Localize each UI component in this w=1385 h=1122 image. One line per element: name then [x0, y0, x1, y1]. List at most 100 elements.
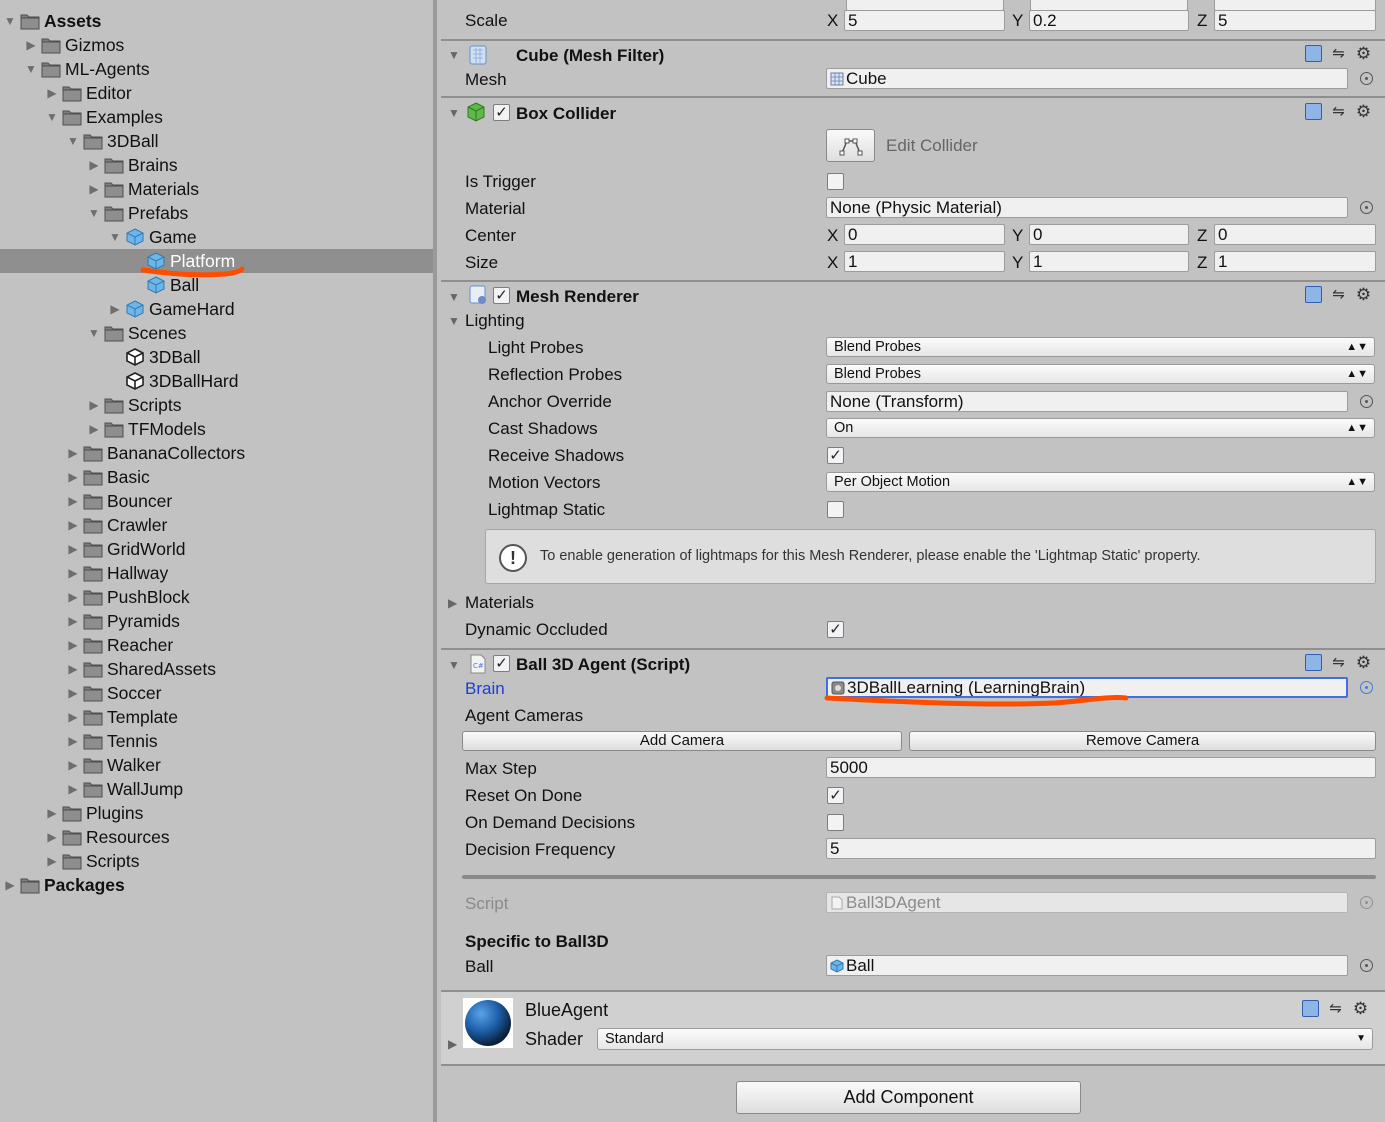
expand-arrow-right-icon[interactable]: ▶ [63, 491, 83, 511]
expand-arrow-right-icon[interactable]: ▶ [63, 539, 83, 559]
ball-field[interactable]: Ball [826, 955, 1348, 976]
project-item[interactable]: ▶ Materials [0, 177, 433, 201]
cast-shadows-dropdown[interactable]: On ▲▼ [826, 418, 1375, 438]
expand-arrow-right-icon[interactable]: ▶ [63, 563, 83, 583]
expand-arrow-right-icon[interactable]: ▶ [63, 779, 83, 799]
project-item[interactable]: ▼ ML-Agents [0, 57, 433, 81]
expand-arrow-right-icon[interactable]: ▶ [63, 707, 83, 727]
project-item[interactable]: 3DBallHard [0, 369, 433, 393]
project-item[interactable]: ▶ Brains [0, 153, 433, 177]
project-item[interactable]: ▶ Crawler [0, 513, 433, 537]
size-y-field[interactable]: 1 [1029, 251, 1189, 272]
size-z-field[interactable]: 1 [1214, 251, 1376, 272]
expand-arrow-right-icon[interactable]: ▶ [63, 659, 83, 679]
mesh-field[interactable]: Cube [826, 68, 1348, 89]
scale-y-field[interactable]: 0.2 [1029, 10, 1189, 31]
project-item[interactable]: ▶ GridWorld [0, 537, 433, 561]
project-item[interactable]: ▶ Soccer [0, 681, 433, 705]
project-item[interactable]: ▶ Resources [0, 825, 433, 849]
project-item[interactable]: ▶ Hallway [0, 561, 433, 585]
object-picker-icon[interactable] [1360, 959, 1373, 972]
project-item[interactable]: ▶ Gizmos [0, 33, 433, 57]
help-book-icon[interactable] [1305, 103, 1322, 120]
project-item[interactable]: ▶ Walker [0, 753, 433, 777]
gear-icon[interactable]: ⚙ [1352, 1000, 1369, 1017]
expand-arrow-down-icon[interactable]: ▼ [84, 203, 104, 223]
project-item[interactable]: ▶ Plugins [0, 801, 433, 825]
project-item[interactable]: 3DBall [0, 345, 433, 369]
expand-arrow-right-icon[interactable]: ▶ [84, 155, 104, 175]
mesh-renderer-fold-arrow[interactable]: ▼ [448, 290, 460, 304]
physic-material-field[interactable]: None (Physic Material) [826, 197, 1348, 218]
preset-icon[interactable]: ⇋ [1330, 654, 1347, 671]
material-fold-arrow[interactable]: ▶ [448, 1037, 457, 1051]
expand-arrow-right-icon[interactable]: ▶ [42, 83, 62, 103]
project-item[interactable]: ▶ Template [0, 705, 433, 729]
is-trigger-checkbox[interactable] [827, 173, 844, 190]
project-item[interactable]: ▶ Scripts [0, 849, 433, 873]
expand-arrow-right-icon[interactable]: ▶ [84, 419, 104, 439]
project-item[interactable]: ▶ TFModels [0, 417, 433, 441]
expand-arrow-right-icon[interactable]: ▶ [21, 35, 41, 55]
lighting-fold-arrow[interactable]: ▼ [448, 314, 460, 328]
expand-arrow-right-icon[interactable]: ▶ [0, 875, 20, 895]
expand-arrow-down-icon[interactable]: ▼ [0, 11, 20, 31]
box-collider-enabled-checkbox[interactable]: ✓ [493, 104, 510, 121]
gear-icon[interactable]: ⚙ [1355, 45, 1372, 62]
expand-arrow-right-icon[interactable]: ▶ [63, 731, 83, 751]
edit-collider-button[interactable] [826, 129, 875, 162]
materials-fold-arrow[interactable]: ▶ [448, 596, 457, 610]
project-item[interactable]: ▶ Bouncer [0, 489, 433, 513]
expand-arrow-down-icon[interactable]: ▼ [105, 227, 125, 247]
expand-arrow-down-icon[interactable]: ▼ [84, 323, 104, 343]
help-book-icon[interactable] [1305, 286, 1322, 303]
project-item[interactable]: ▶ Basic [0, 465, 433, 489]
project-item[interactable]: ▼ Assets [0, 9, 433, 33]
expand-arrow-right-icon[interactable]: ▶ [63, 515, 83, 535]
expand-arrow-right-icon[interactable]: ▶ [63, 683, 83, 703]
center-x-field[interactable]: 0 [844, 224, 1005, 245]
decision-frequency-field[interactable]: 5 [826, 838, 1376, 859]
project-item[interactable]: ▼ Scenes [0, 321, 433, 345]
expand-arrow-right-icon[interactable]: ▶ [42, 827, 62, 847]
project-item[interactable]: ▶ Pyramids [0, 609, 433, 633]
scale-x-field[interactable]: 5 [844, 10, 1005, 31]
project-item[interactable]: ▶ GameHard [0, 297, 433, 321]
scale-z-field[interactable]: 5 [1214, 10, 1376, 31]
object-picker-icon[interactable] [1360, 395, 1373, 408]
project-item[interactable]: ▼ Prefabs [0, 201, 433, 225]
project-item[interactable]: ▶ PushBlock [0, 585, 433, 609]
project-item[interactable]: ▶ Scripts [0, 393, 433, 417]
add-camera-button[interactable]: Add Camera [462, 731, 902, 751]
expand-arrow-down-icon[interactable]: ▼ [21, 59, 41, 79]
expand-arrow-right-icon[interactable]: ▶ [84, 179, 104, 199]
expand-arrow-right-icon[interactable]: ▶ [63, 635, 83, 655]
expand-arrow-right-icon[interactable]: ▶ [84, 395, 104, 415]
gear-icon[interactable]: ⚙ [1355, 103, 1372, 120]
gear-icon[interactable]: ⚙ [1355, 654, 1372, 671]
help-book-icon[interactable] [1305, 45, 1322, 62]
project-item[interactable]: ▶ Reacher [0, 633, 433, 657]
object-picker-icon[interactable] [1360, 681, 1373, 694]
project-item[interactable]: ▶ SharedAssets [0, 657, 433, 681]
mesh-filter-fold-arrow[interactable]: ▼ [448, 48, 460, 62]
expand-arrow-right-icon[interactable]: ▶ [63, 587, 83, 607]
center-z-field[interactable]: 0 [1214, 224, 1376, 245]
expand-arrow-right-icon[interactable]: ▶ [42, 851, 62, 871]
expand-arrow-right-icon[interactable]: ▶ [63, 755, 83, 775]
help-book-icon[interactable] [1305, 654, 1322, 671]
gear-icon[interactable]: ⚙ [1355, 286, 1372, 303]
box-collider-fold-arrow[interactable]: ▼ [448, 106, 460, 120]
expand-arrow-right-icon[interactable]: ▶ [63, 443, 83, 463]
dynamic-occluded-checkbox[interactable]: ✓ [827, 621, 844, 638]
expand-arrow-right-icon[interactable]: ▶ [63, 611, 83, 631]
project-item[interactable]: ▶ Packages [0, 873, 433, 897]
project-item[interactable]: ▼ 3DBall [0, 129, 433, 153]
expand-arrow-right-icon[interactable]: ▶ [105, 299, 125, 319]
project-item[interactable]: ▶ WallJump [0, 777, 433, 801]
lightmap-static-checkbox[interactable] [827, 501, 844, 518]
center-y-field[interactable]: 0 [1029, 224, 1189, 245]
object-picker-icon[interactable] [1360, 72, 1373, 85]
expand-arrow-down-icon[interactable]: ▼ [42, 107, 62, 127]
preset-icon[interactable]: ⇋ [1327, 1000, 1344, 1017]
